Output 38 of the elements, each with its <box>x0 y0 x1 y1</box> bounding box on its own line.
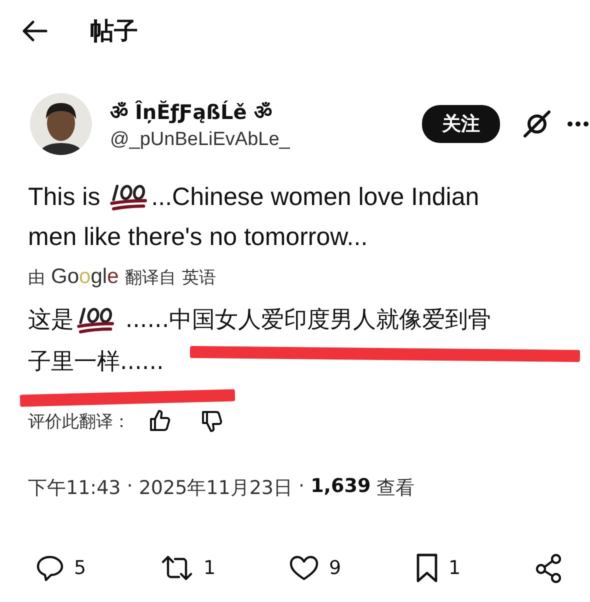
separator-dot: · <box>298 475 305 499</box>
bookmark-button[interactable]: 1 <box>414 553 461 583</box>
hundred-points-icon <box>109 183 150 211</box>
hundred-points-icon <box>76 306 116 334</box>
reply-button[interactable]: 5 <box>36 553 86 583</box>
post-text: This is <box>28 182 100 213</box>
thumbs-up-icon[interactable] <box>148 409 172 433</box>
translated-text: 这是 <box>28 306 74 335</box>
view-count: 1,639 <box>310 475 371 499</box>
like-button[interactable]: 9 <box>289 553 342 583</box>
post-text: men like there's no tomorrow... <box>28 222 368 253</box>
post-time: 下午11:43 <box>28 476 121 501</box>
more-icon[interactable] <box>566 120 590 128</box>
post-text: ...Chinese women love Indian <box>151 182 480 213</box>
repost-icon <box>160 554 194 582</box>
page-title: 帖子 <box>90 16 138 47</box>
author-handle[interactable]: @_pUnBeLiEvAbLe_ <box>110 128 422 150</box>
comment-icon <box>36 554 64 582</box>
translation-note: 由 <box>28 266 45 288</box>
post-date: 2025年11月23日 <box>138 476 293 501</box>
thumbs-down-icon[interactable] <box>200 409 224 433</box>
heart-icon <box>289 554 319 582</box>
translation-language: 英语 <box>182 266 216 288</box>
back-arrow-icon[interactable] <box>22 20 48 42</box>
author-name[interactable]: ॐ ÎņĔƒƑąßĹě ॐ <box>110 98 422 124</box>
translated-text: ......中国女人爱印度男人就像爱到骨 <box>125 306 492 335</box>
follow-button[interactable]: 关注 <box>422 105 500 143</box>
separator-dot: · <box>126 475 133 499</box>
share-button[interactable] <box>534 553 564 583</box>
translation-note: 翻译自 <box>124 266 176 288</box>
share-icon <box>534 553 564 583</box>
translated-text: 子里一样...... <box>28 348 164 377</box>
views-label: 查看 <box>376 476 415 501</box>
rate-translation-label: 评价此翻译： <box>28 410 130 432</box>
bookmark-icon <box>414 553 438 583</box>
avatar[interactable] <box>30 93 92 155</box>
google-logo: Google <box>51 265 119 289</box>
repost-button[interactable]: 1 <box>160 553 216 583</box>
